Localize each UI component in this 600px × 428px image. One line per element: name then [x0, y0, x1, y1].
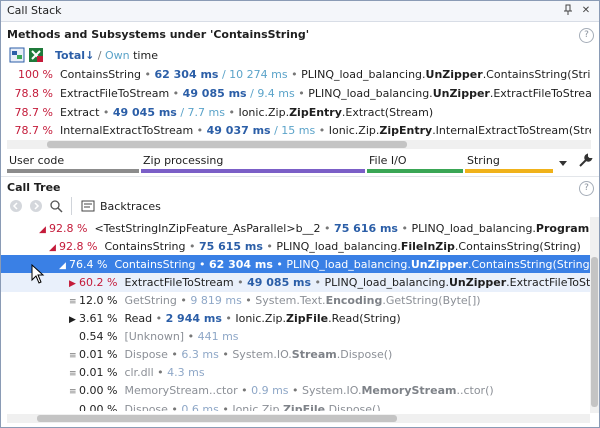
tree-row[interactable]: ▶ 3.61 % Read • 2 944 ms • Ionic.Zip.ZipF… [1, 309, 591, 328]
chevron-down-icon[interactable] [559, 157, 567, 166]
tree-row[interactable]: ≡ 0.01 % clr.dll • 4.3 ms [1, 363, 591, 382]
category-file-io[interactable]: File I/O [367, 153, 463, 173]
tree-row[interactable]: ≡ 0.00 % MemoryStream..ctor • 0.9 ms • Sy… [1, 381, 591, 400]
tree-row[interactable]: ◢ 92.8 % ContainsString • 75 615 ms • PLI… [1, 237, 591, 256]
category-zip-processing[interactable]: Zip processing [141, 153, 365, 173]
filter-icon[interactable]: ≡ [69, 347, 79, 364]
category-user-code[interactable]: User code [7, 153, 139, 173]
mouse-cursor-icon [31, 263, 45, 284]
filter-icon[interactable]: ≡ [69, 383, 79, 400]
pin-icon[interactable] [561, 4, 575, 18]
divider [1, 176, 599, 177]
toolbar-separator [71, 197, 72, 215]
title-bar: Call Stack ✕ [1, 1, 599, 22]
tree-row[interactable]: ≡ 12.0 % GetString • 9 819 ms • System.Te… [1, 291, 591, 310]
close-icon[interactable]: ✕ [579, 4, 593, 18]
method-row[interactable]: 78.7 % Extract • 49 045 ms / 7.7 ms • Io… [1, 104, 591, 122]
tree-row[interactable]: 0.00 % Dispose • 0.6 ms • Ionic.Zip.ZipF… [1, 399, 591, 411]
subsystem-bar: User code Zip processing File I/O String [7, 153, 575, 173]
tree-row[interactable]: ≡ 0.01 % Dispose • 6.3 ms • System.IO.Str… [1, 345, 591, 364]
total-time-toggle[interactable]: Total [55, 49, 85, 62]
expand-arrow-icon[interactable]: ◢ [49, 239, 59, 256]
tree-row[interactable]: 0.54 % [Unknown] • 441 ms [1, 327, 591, 346]
expand-arrow-icon[interactable]: ◢ [39, 221, 49, 238]
wrench-icon[interactable] [577, 153, 593, 169]
help-icon[interactable]: ? [579, 181, 594, 196]
call-tree-header: Call Tree [7, 181, 61, 194]
tree-row[interactable]: ▶ 60.2 % ExtractFileToStream • 49 085 ms … [1, 273, 591, 292]
methods-header: Methods and Subsystems under 'ContainsSt… [7, 28, 310, 41]
filter-icon[interactable]: ≡ [69, 293, 79, 310]
method-row[interactable]: 78.7 % InternalExtractToStream • 49 037 … [1, 122, 591, 140]
method-row[interactable]: 78.8 % ExtractFileToStream • 49 085 ms /… [1, 85, 591, 103]
excel-export-icon[interactable] [28, 47, 44, 63]
tree-row[interactable]: ◢ 92.8 % <TestStringInZipFeature_AsParall… [1, 219, 591, 238]
scroll-thumb[interactable] [47, 141, 407, 148]
collapsed-arrow-icon[interactable]: ▶ [69, 275, 79, 292]
sort-arrow-icon: ↓ [85, 49, 95, 62]
filter-icon[interactable]: ≡ [69, 365, 79, 382]
backtraces-icon[interactable] [81, 199, 95, 213]
search-icon[interactable] [49, 199, 63, 213]
back-icon[interactable] [9, 199, 23, 213]
expand-arrow-icon[interactable]: ◢ [59, 257, 69, 274]
layout-icon[interactable] [9, 47, 25, 63]
own-time-toggle[interactable]: Own [105, 49, 130, 62]
tree-row-selected[interactable]: ◢ 76.4 % ContainsString • 62 304 ms • PLI… [1, 255, 591, 274]
time-mode-selector[interactable]: Total↓ / Own time [55, 49, 158, 62]
call-stack-window: Call Stack ✕ Methods and Subsystems unde… [0, 0, 600, 428]
backtraces-button[interactable]: Backtraces [100, 200, 161, 213]
category-string[interactable]: String [465, 153, 553, 173]
collapsed-arrow-icon[interactable]: ▶ [69, 311, 79, 328]
scroll-thumb[interactable] [37, 415, 397, 422]
calltree-vscrollbar[interactable] [590, 217, 599, 413]
forward-icon[interactable] [29, 199, 43, 213]
methods-hscrollbar[interactable] [7, 140, 591, 149]
method-row[interactable]: 100 % ContainsString • 62 304 ms / 10 27… [1, 66, 591, 84]
window-title: Call Stack [7, 4, 62, 17]
help-icon[interactable]: ? [579, 28, 594, 43]
calltree-hscrollbar[interactable] [7, 414, 590, 423]
scroll-thumb[interactable] [591, 257, 598, 407]
